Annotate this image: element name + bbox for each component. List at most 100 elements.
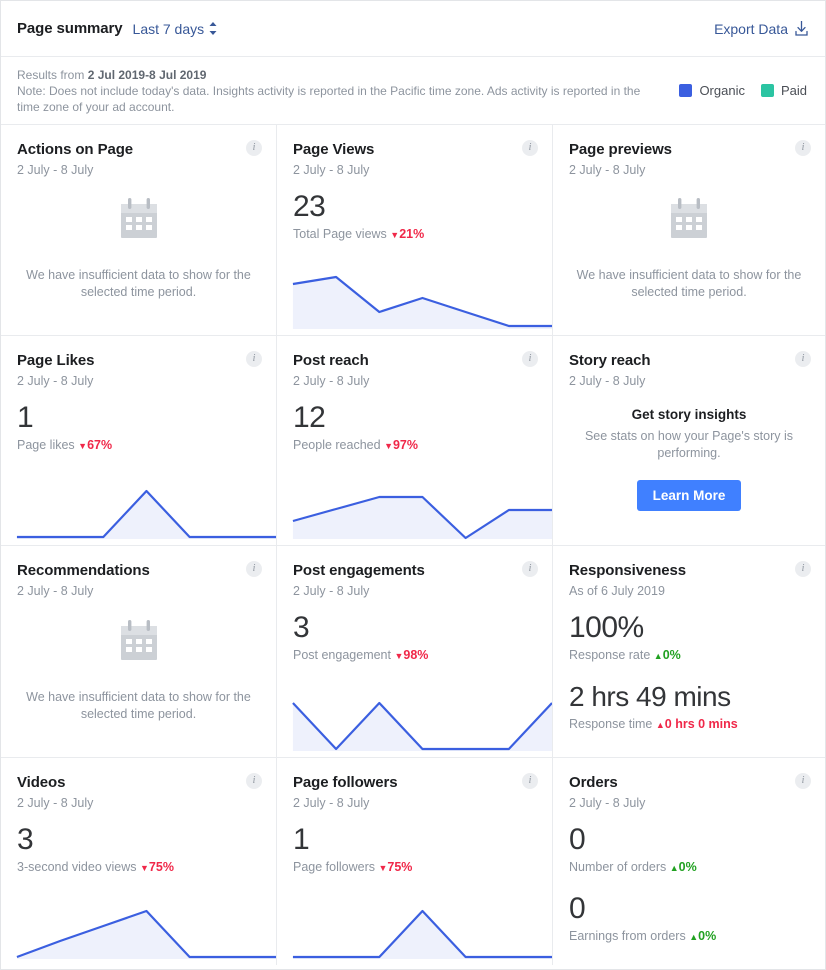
metric-delta: ▲0% (654, 648, 681, 662)
card-recommendations[interactable]: Recommendations 2 July - 8 July i We hav… (1, 546, 277, 758)
info-icon[interactable]: i (795, 773, 811, 789)
legend-label-paid: Paid (780, 83, 807, 98)
card-orders[interactable]: Orders 2 July - 8 July i 0 Number of ord… (553, 758, 825, 965)
metric-value: 1 (17, 401, 34, 434)
card-actions-on-page[interactable]: Actions on Page 2 July - 8 July i We hav… (1, 125, 277, 336)
triangle-up-icon: ▲ (653, 651, 663, 661)
metric-label: Total Page views ▼21% (293, 226, 536, 243)
card-title: Orders (569, 774, 618, 791)
learn-more-button[interactable]: Learn More (636, 480, 742, 511)
info-icon[interactable]: i (246, 561, 262, 577)
sparkline-chart (277, 689, 552, 757)
card-page-likes[interactable]: Page Likes 2 July - 8 July i 1 Page like… (1, 336, 277, 546)
info-icon[interactable]: i (246, 140, 262, 156)
metric-delta: ▼21% (390, 227, 424, 241)
metric-delta: ▼67% (78, 438, 112, 452)
metric-block-primary: 0 Number of orders ▲0% (569, 823, 809, 876)
triangle-down-icon: ▼ (390, 230, 400, 240)
card-title: Story reach (569, 352, 651, 369)
sparkline-chart (277, 267, 552, 335)
metric-delta-value: 98% (403, 648, 429, 662)
calendar-icon (117, 196, 161, 249)
card-title: Videos (17, 774, 66, 791)
metric-delta: ▼75% (140, 860, 174, 874)
metric-label: Page followers ▼75% (293, 859, 536, 876)
metric-delta: ▲0% (670, 860, 697, 874)
info-icon[interactable]: i (522, 773, 538, 789)
legend-item-organic: Organic (679, 83, 745, 98)
metric-label-text-2: Earnings from orders (569, 929, 686, 943)
info-icon[interactable]: i (522, 351, 538, 367)
notes-text: Results from 2 Jul 2019-8 Jul 2019 Note:… (17, 67, 657, 115)
card-page-previews[interactable]: Page previews 2 July - 8 July i We have … (553, 125, 825, 336)
metric-value: 23 (293, 190, 326, 223)
metric-value: 3 (293, 611, 310, 644)
card-subtitle: 2 July - 8 July (569, 796, 646, 810)
card-subtitle: 2 July - 8 July (17, 796, 94, 810)
metric-delta-value: 0% (662, 648, 681, 662)
triangle-down-icon: ▼ (140, 863, 149, 873)
metric-value-2: 2 hrs 49 mins (569, 681, 731, 712)
card-title: Page Likes (17, 352, 95, 369)
metric-delta-value: 21% (399, 227, 425, 241)
metric-block-secondary: 0 Earnings from orders ▲0% (569, 892, 809, 945)
date-range-selector[interactable]: Last 7 days (133, 21, 218, 37)
notes-bar: Results from 2 Jul 2019-8 Jul 2019 Note:… (1, 57, 825, 125)
card-subtitle: 2 July - 8 July (293, 584, 370, 598)
legend-swatch-paid (760, 84, 774, 97)
card-subtitle: 2 July - 8 July (17, 374, 94, 388)
triangle-up-icon: ▲ (689, 932, 699, 942)
card-post-reach[interactable]: Post reach 2 July - 8 July i 12 People r… (277, 336, 553, 546)
empty-state: We have insufficient data to show for th… (17, 599, 260, 757)
metrics-grid: Actions on Page 2 July - 8 July i We hav… (1, 125, 825, 969)
page-title: Page summary (17, 20, 123, 37)
info-icon[interactable]: i (246, 773, 262, 789)
results-range: 2 Jul 2019-8 Jul 2019 (87, 67, 207, 82)
metric-label: Page likes ▼67% (17, 437, 260, 454)
card-subtitle: 2 July - 8 July (17, 163, 94, 177)
card-subtitle: As of 6 July 2019 (569, 584, 665, 598)
metric-block: 1 Page likes ▼67% (17, 401, 260, 454)
info-icon[interactable]: i (522, 561, 538, 577)
metric-delta-value: 67% (87, 438, 113, 452)
metric-delta: ▼75% (378, 860, 412, 874)
metric-block: 23 Total Page views ▼21% (293, 190, 536, 243)
card-page-views[interactable]: Page Views 2 July - 8 July i 23 Total Pa… (277, 125, 553, 336)
promo-text: See stats on how your Page's story is pe… (584, 429, 794, 460)
empty-state-text: We have insufficient data to show for th… (576, 268, 802, 299)
metric-label-2: Earnings from orders ▲0% (569, 928, 809, 945)
metric-delta-value: 97% (392, 438, 419, 452)
info-icon[interactable]: i (795, 561, 811, 577)
empty-state: We have insufficient data to show for th… (17, 178, 260, 335)
metric-delta: ▼98% (394, 648, 428, 662)
sparkline-chart (277, 477, 552, 545)
sort-updown-icon (209, 22, 217, 35)
card-subtitle: 2 July - 8 July (293, 374, 370, 388)
empty-state-text: We have insufficient data to show for th… (26, 689, 251, 721)
info-icon[interactable]: i (795, 140, 811, 156)
legend-label-organic: Organic (699, 83, 745, 98)
calendar-icon (667, 196, 711, 249)
metric-block: 12 People reached ▼97% (293, 401, 536, 454)
metric-label-text: Post engagement (293, 648, 391, 662)
card-videos[interactable]: Videos 2 July - 8 July i 3 3-second vide… (1, 758, 277, 965)
legend: Organic Paid (679, 83, 809, 98)
card-story-reach[interactable]: Story reach 2 July - 8 July i Get story … (553, 336, 825, 546)
card-post-engagements[interactable]: Post engagements 2 July - 8 July i 3 Pos… (277, 546, 553, 758)
metric-label-text: People reached (293, 438, 381, 452)
info-icon[interactable]: i (246, 351, 262, 367)
empty-state-text: We have insufficient data to show for th… (26, 268, 251, 299)
card-subtitle: 2 July - 8 July (293, 796, 370, 810)
info-icon[interactable]: i (795, 351, 811, 367)
metric-delta: ▼97% (384, 438, 418, 452)
metric-delta-2: ▲0% (689, 929, 716, 943)
triangle-up-icon: ▲ (669, 863, 679, 873)
info-icon[interactable]: i (522, 140, 538, 156)
card-page-followers[interactable]: Page followers 2 July - 8 July i 1 Page … (277, 758, 553, 965)
export-data-button[interactable]: Export Data (714, 20, 809, 37)
metric-label-2: Response time ▲0 hrs 0 mins (569, 716, 809, 733)
metric-label-text: Page followers (293, 860, 375, 874)
card-responsiveness[interactable]: Responsiveness As of 6 July 2019 i 100% … (553, 546, 825, 758)
sparkline-chart (277, 897, 552, 965)
results-prefix: Results from (17, 67, 88, 82)
